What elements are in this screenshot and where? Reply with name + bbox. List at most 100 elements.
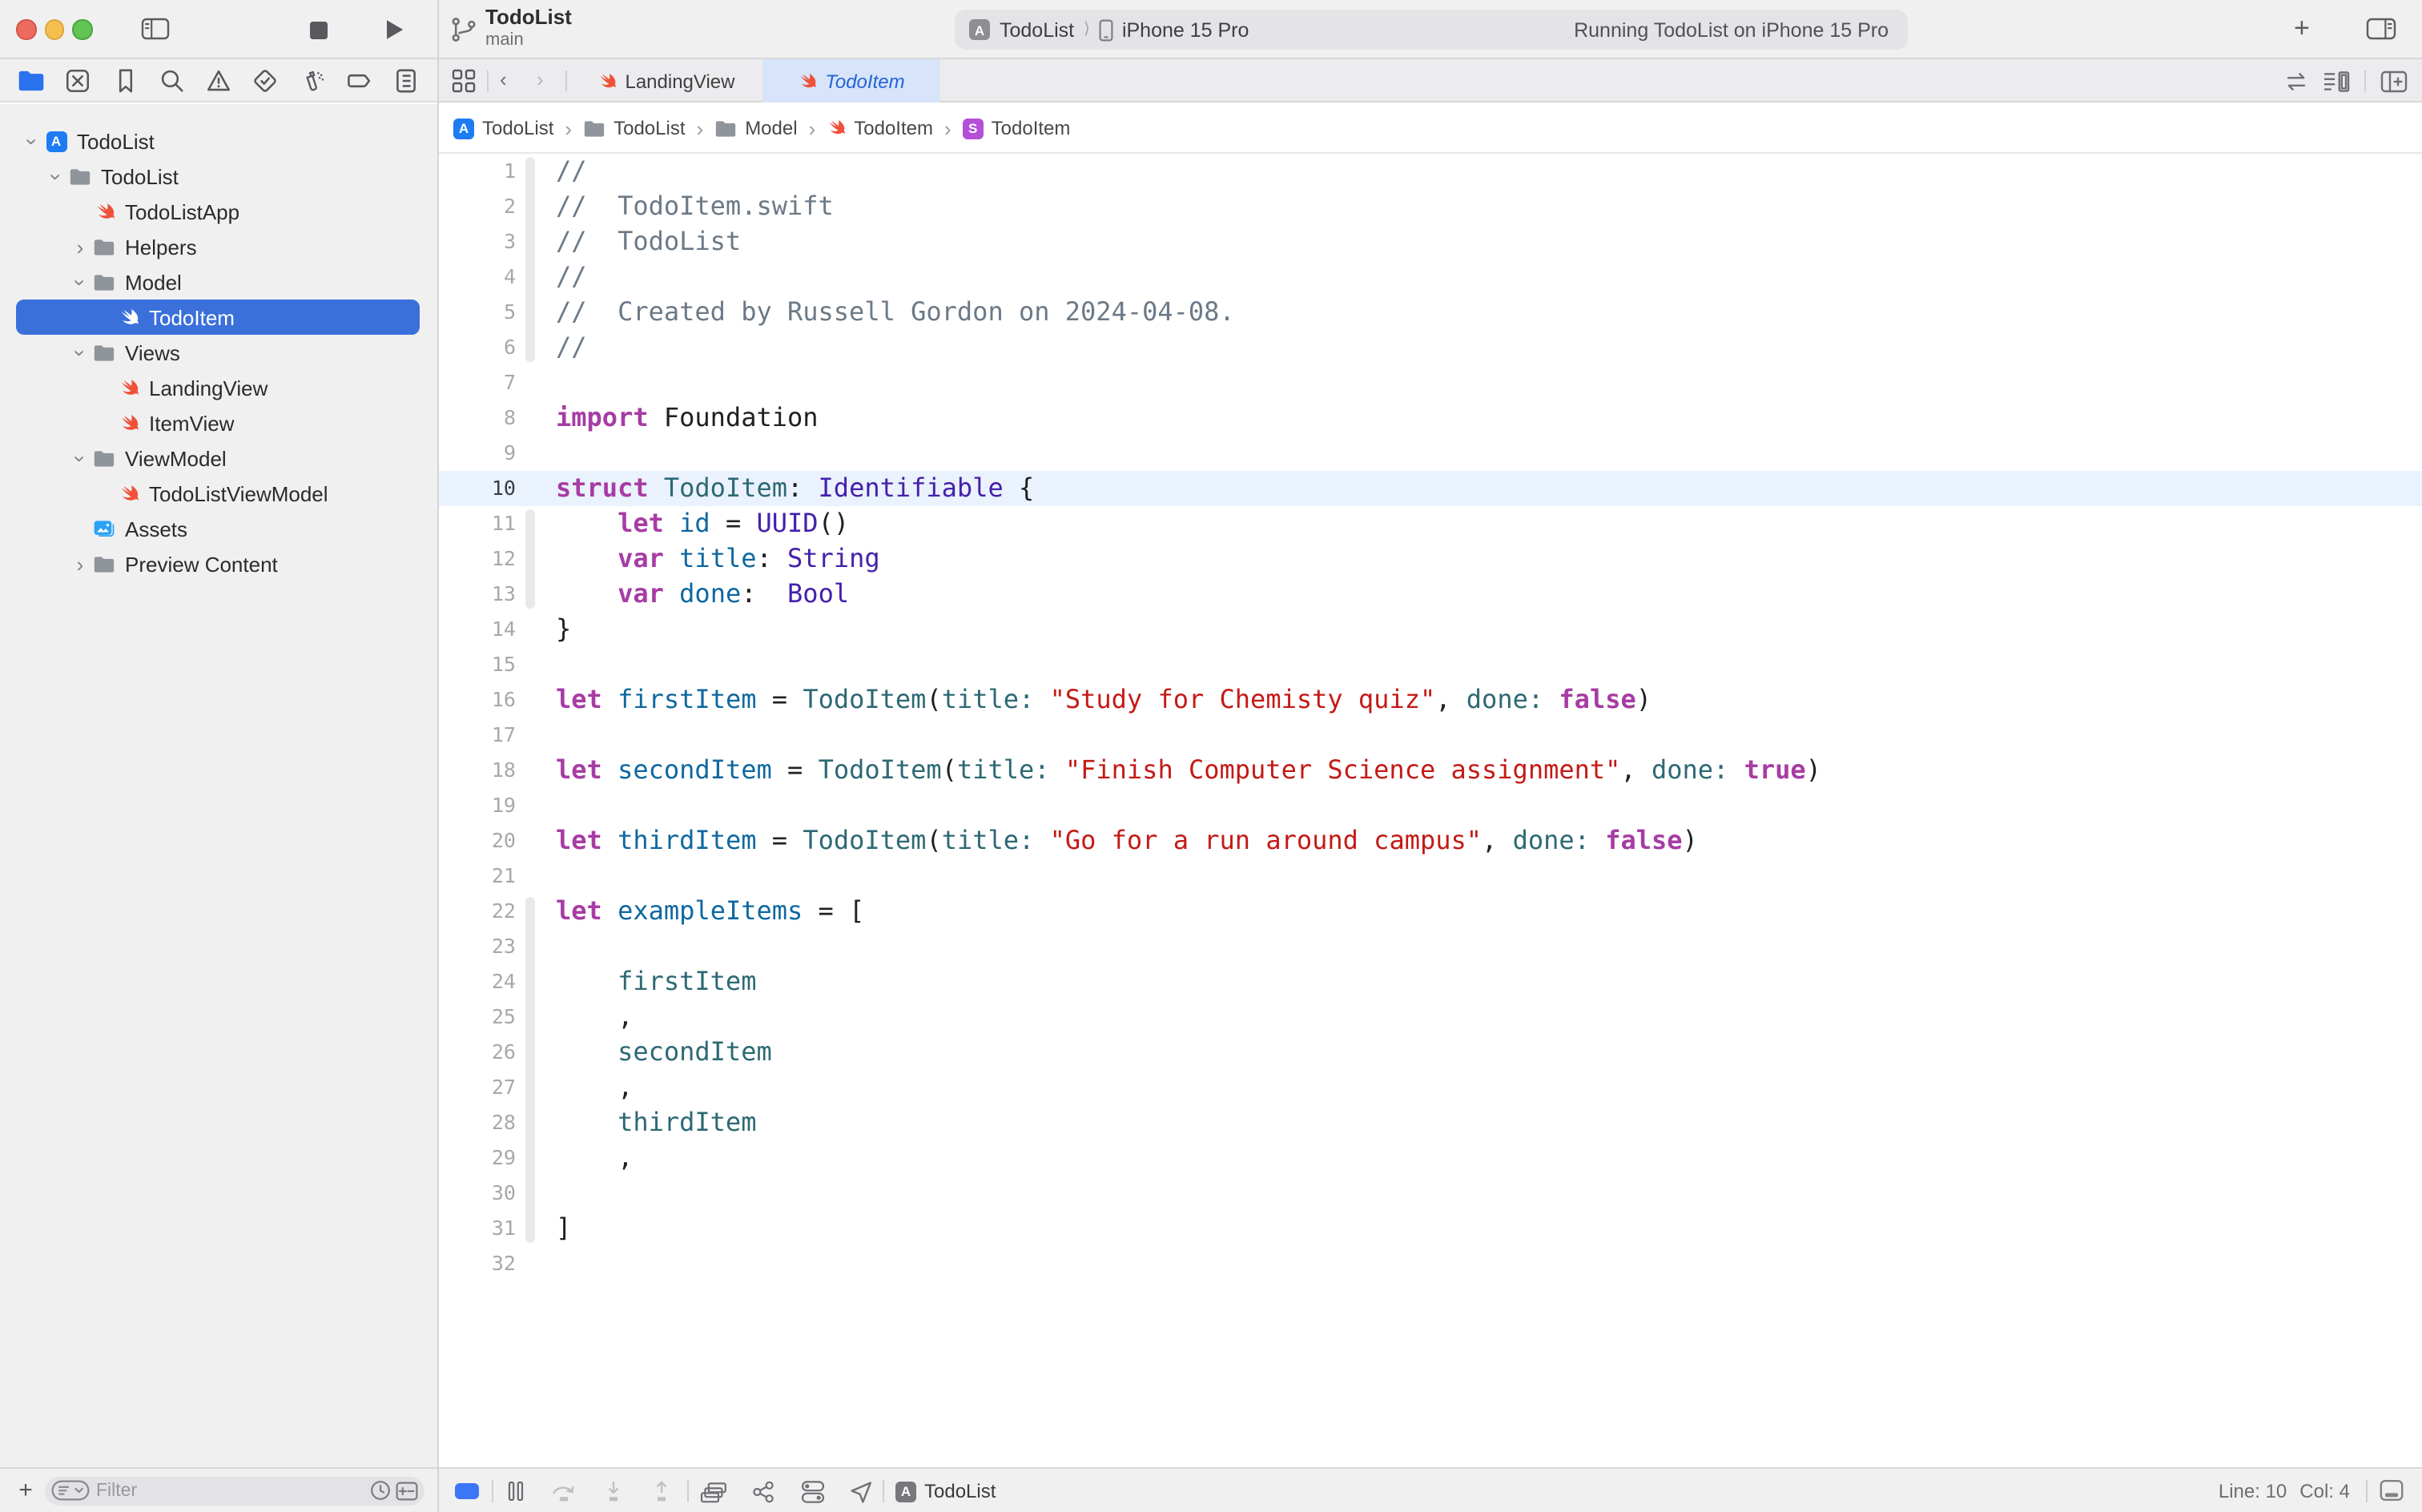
- code-line-8[interactable]: 8import Foundation: [439, 400, 2422, 436]
- sidebar-item-itemview[interactable]: ItemView: [16, 405, 420, 440]
- line-number[interactable]: 13: [439, 577, 516, 612]
- stop-button[interactable]: [309, 21, 328, 40]
- breadcrumb-item-project[interactable]: A TodoList: [453, 117, 553, 139]
- code-line-19[interactable]: 19: [439, 788, 2422, 823]
- line-number[interactable]: 17: [439, 718, 516, 753]
- code-line-26[interactable]: 26 secondItem: [439, 1035, 2422, 1070]
- filter-field[interactable]: [45, 1476, 424, 1505]
- back-chevron-icon[interactable]: ‹: [500, 67, 507, 91]
- line-number[interactable]: 25: [439, 999, 516, 1035]
- memory-graph-icon[interactable]: [751, 1469, 775, 1512]
- disclosure-chevron-icon[interactable]: [67, 235, 93, 259]
- code-line-15[interactable]: 15: [439, 647, 2422, 682]
- step-into-icon[interactable]: [601, 1469, 626, 1512]
- filter-menu-icon[interactable]: [51, 1480, 90, 1501]
- sidebar-item-todolist-folder[interactable]: TodoList: [16, 159, 420, 194]
- sidebar-item-todolistviewmodel[interactable]: TodoListViewModel: [16, 476, 420, 511]
- line-number[interactable]: 30: [439, 1176, 516, 1211]
- code-line-30[interactable]: 30: [439, 1176, 2422, 1211]
- tests-icon[interactable]: [252, 66, 280, 94]
- code-line-16[interactable]: 16let firstItem = TodoItem(title: "Study…: [439, 682, 2422, 718]
- sidebar-item-viewmodel[interactable]: ViewModel: [16, 440, 420, 476]
- sidebar-divider[interactable]: [437, 0, 439, 1512]
- code-line-14[interactable]: 14}: [439, 612, 2422, 647]
- code-line-23[interactable]: 23: [439, 929, 2422, 964]
- step-out-icon[interactable]: [649, 1469, 674, 1512]
- code-line-32[interactable]: 32: [439, 1246, 2422, 1281]
- code-editor[interactable]: 1//2// TodoItem.swift3// TodoList4//5// …: [439, 154, 2422, 1467]
- disclosure-chevron-icon[interactable]: [67, 552, 93, 576]
- sidebar-item-todolist-project[interactable]: A TodoList: [16, 123, 420, 159]
- forward-chevron-icon[interactable]: ›: [537, 67, 544, 91]
- minimize-icon[interactable]: [44, 19, 64, 39]
- breakpoints-toggle-icon[interactable]: [455, 1483, 479, 1499]
- sidebar-item-model[interactable]: Model: [16, 264, 420, 300]
- sidebar-item-todolistapp[interactable]: TodoListApp: [16, 194, 420, 229]
- zoom-icon[interactable]: [72, 19, 92, 39]
- code-line-9[interactable]: 9: [439, 436, 2422, 471]
- breadcrumb-item-file[interactable]: TodoItem: [827, 117, 933, 139]
- close-icon[interactable]: [16, 19, 36, 39]
- code-line-3[interactable]: 3// TodoList: [439, 224, 2422, 259]
- code-line-22[interactable]: 22let exampleItems = [: [439, 894, 2422, 929]
- fold-ribbon[interactable]: [525, 157, 535, 362]
- issues-icon[interactable]: [205, 66, 232, 94]
- line-number[interactable]: 23: [439, 929, 516, 964]
- code-line-28[interactable]: 28 thirdItem: [439, 1105, 2422, 1140]
- project-navigator-icon[interactable]: [18, 66, 45, 94]
- code-line-29[interactable]: 29 ,: [439, 1140, 2422, 1176]
- disclosure-chevron-icon[interactable]: [43, 164, 69, 188]
- editor-grid-icon[interactable]: [452, 69, 476, 93]
- scheme-device[interactable]: iPhone 15 Pro: [1122, 18, 1249, 41]
- breakpoints-icon[interactable]: [346, 66, 373, 94]
- line-number[interactable]: 27: [439, 1070, 516, 1105]
- code-line-24[interactable]: 24 firstItem: [439, 964, 2422, 999]
- line-number[interactable]: 18: [439, 753, 516, 788]
- sidebar-item-views[interactable]: Views: [16, 335, 420, 370]
- line-number[interactable]: 14: [439, 612, 516, 647]
- disclosure-chevron-icon[interactable]: [67, 340, 93, 364]
- code-line-13[interactable]: 13 var done: Bool: [439, 577, 2422, 612]
- line-number[interactable]: 1: [439, 154, 516, 189]
- code-line-27[interactable]: 27 ,: [439, 1070, 2422, 1105]
- line-number[interactable]: 8: [439, 400, 516, 436]
- code-line-20[interactable]: 20let thirdItem = TodoItem(title: "Go fo…: [439, 823, 2422, 859]
- tab-todoitem[interactable]: TodoItem: [762, 59, 940, 103]
- scheme-selector[interactable]: A TodoList ⟩ iPhone 15 Pro Running TodoL…: [955, 10, 1908, 50]
- code-line-6[interactable]: 6//: [439, 330, 2422, 365]
- plus-minus-icon[interactable]: [396, 1481, 418, 1500]
- simulate-location-icon[interactable]: [849, 1469, 873, 1512]
- line-number[interactable]: 26: [439, 1035, 516, 1070]
- line-number[interactable]: 5: [439, 295, 516, 330]
- running-app-item[interactable]: A TodoList: [895, 1469, 996, 1512]
- sidebar-item-helpers[interactable]: Helpers: [16, 229, 420, 264]
- add-icon[interactable]: +: [11, 1477, 40, 1504]
- tab-landingview[interactable]: LandingView: [570, 59, 762, 103]
- minimap-icon[interactable]: [2323, 70, 2350, 92]
- line-number[interactable]: 31: [439, 1211, 516, 1246]
- filter-input[interactable]: [96, 1481, 370, 1500]
- pause-icon[interactable]: [508, 1469, 524, 1512]
- sidebar-item-preview-content[interactable]: Preview Content: [16, 546, 420, 581]
- line-number[interactable]: 19: [439, 788, 516, 823]
- code-line-10[interactable]: 10struct TodoItem: Identifiable {: [439, 471, 2422, 506]
- sidebar-item-assets[interactable]: Assets: [16, 511, 420, 546]
- add-editor-icon[interactable]: [2380, 70, 2408, 92]
- debug-gauge-icon[interactable]: [299, 66, 326, 94]
- editor-layout-icon[interactable]: [2366, 16, 2396, 42]
- code-line-4[interactable]: 4//: [439, 259, 2422, 295]
- line-number[interactable]: 6: [439, 330, 516, 365]
- code-line-31[interactable]: 31]: [439, 1211, 2422, 1246]
- disclosure-chevron-icon[interactable]: [67, 270, 93, 294]
- code-line-25[interactable]: 25 ,: [439, 999, 2422, 1035]
- environment-overrides-icon[interactable]: [801, 1469, 825, 1512]
- code-line-21[interactable]: 21: [439, 859, 2422, 894]
- line-number[interactable]: 12: [439, 541, 516, 577]
- sidebar-item-landingview[interactable]: LandingView: [16, 370, 420, 405]
- line-number[interactable]: 21: [439, 859, 516, 894]
- line-number[interactable]: 3: [439, 224, 516, 259]
- line-number[interactable]: 11: [439, 506, 516, 541]
- line-number[interactable]: 4: [439, 259, 516, 295]
- code-line-5[interactable]: 5// Created by Russell Gordon on 2024-04…: [439, 295, 2422, 330]
- bookmarks-icon[interactable]: [111, 66, 139, 94]
